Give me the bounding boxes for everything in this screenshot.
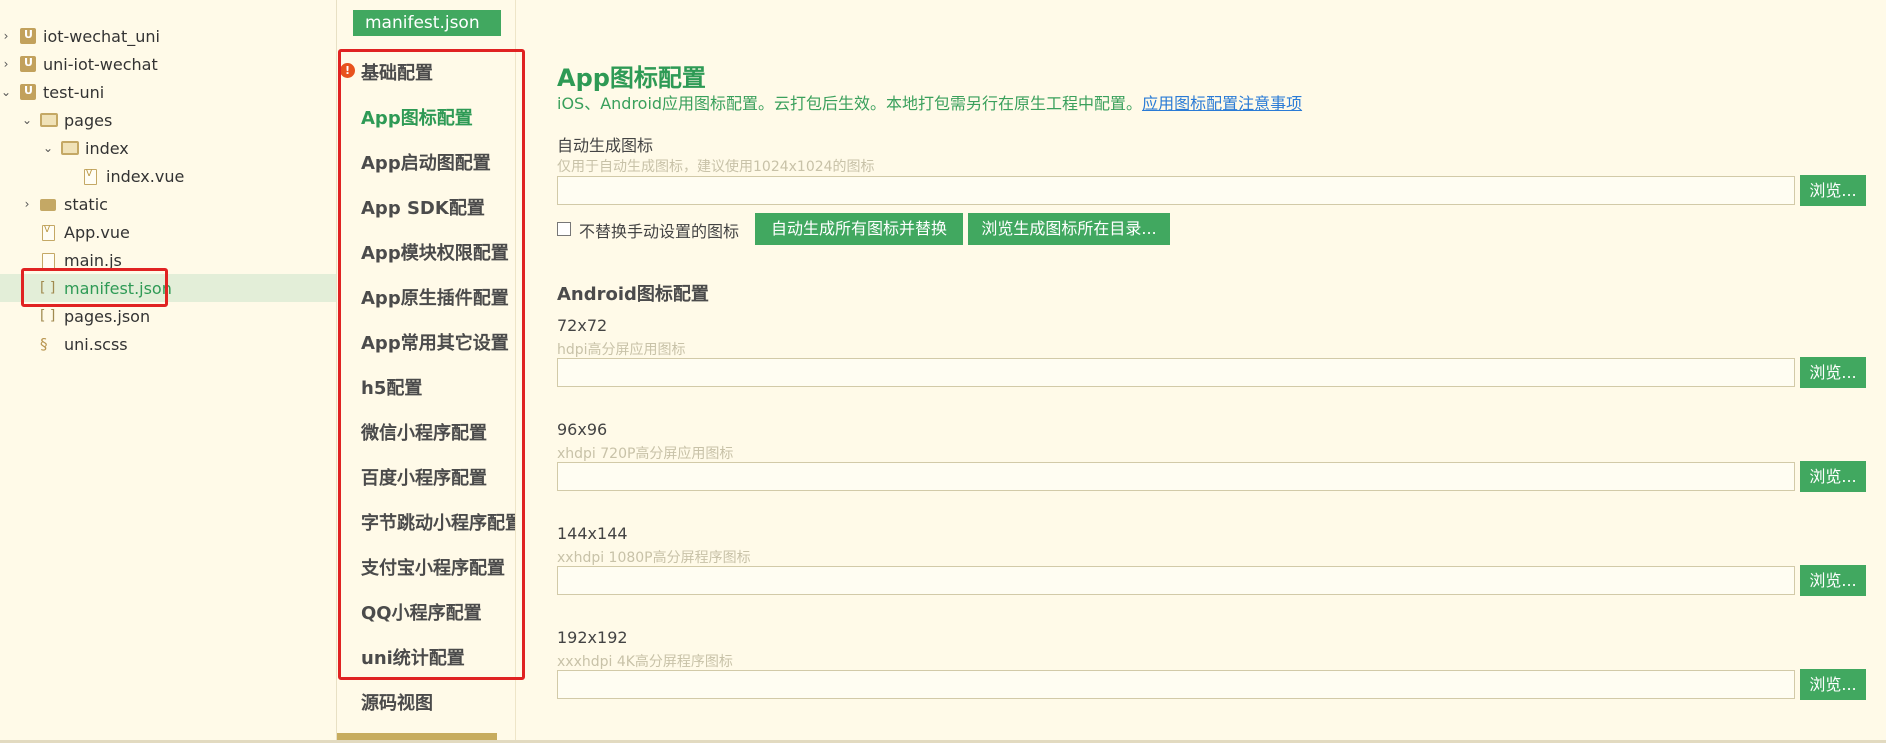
file-tab-manifest[interactable]: manifest.json — [353, 10, 501, 36]
tree-item-label: pages — [64, 110, 113, 130]
tree-item-label: App.vue — [64, 222, 130, 242]
tree-item-label: iot-wechat_uni — [43, 26, 160, 46]
auto-generate-all-button[interactable]: 自动生成所有图标并替换 — [755, 213, 963, 245]
chevron-right-icon[interactable]: › — [21, 197, 33, 211]
icon-path-input-144[interactable] — [557, 566, 1795, 595]
icon-hint-72: hdpi高分屏应用图标 — [557, 342, 686, 358]
tree-item-iot-wechat_uni[interactable]: › iot-wechat_uni — [0, 22, 336, 50]
icon-size-label-144: 144x144 — [557, 524, 628, 543]
highlight-box-manifest — [21, 268, 168, 307]
keep-manual-icons-checkbox[interactable] — [557, 222, 571, 236]
tree-item-index-folder[interactable]: ⌄ index — [0, 134, 336, 162]
json-file-icon: [ ] — [40, 308, 56, 324]
icon-browse-button-72[interactable]: 浏览... — [1800, 357, 1866, 388]
tree-item-label: index — [85, 138, 129, 158]
auto-icon-label: 自动生成图标 — [557, 136, 654, 155]
project-icon — [20, 28, 36, 44]
keep-manual-icons-label: 不替换手动设置的图标 — [579, 222, 740, 241]
highlight-box-nav — [338, 49, 525, 680]
project-tree: › iot-wechat_uni › uni-iot-wechat ⌄ test… — [0, 0, 337, 743]
tree-item-label: pages.json — [64, 306, 151, 326]
folder-open-icon — [61, 141, 79, 155]
tree-item-label: index.vue — [106, 166, 185, 186]
icon-browse-button-96[interactable]: 浏览... — [1800, 461, 1866, 492]
tree-item-label: uni.scss — [64, 334, 128, 354]
icon-path-input-96[interactable] — [557, 462, 1795, 491]
tree-item-label: test-uni — [43, 82, 105, 102]
tree-item-static[interactable]: › static — [0, 190, 336, 218]
icon-browse-button-192[interactable]: 浏览... — [1800, 669, 1866, 700]
icon-size-label-96: 96x96 — [557, 420, 608, 439]
project-icon — [20, 56, 36, 72]
tree-item-label: main.js — [64, 250, 122, 270]
page-title: App图标配置 — [557, 64, 706, 92]
icon-browse-button-144[interactable]: 浏览... — [1800, 565, 1866, 596]
folder-open-icon — [40, 113, 58, 127]
page-description: iOS、Android应用图标配置。云打包后生效。本地打包需另行在原生工程中配置… — [557, 90, 1302, 114]
vue-file-icon — [84, 169, 97, 185]
scss-file-icon: § — [40, 335, 48, 353]
icon-path-input-192[interactable] — [557, 670, 1795, 699]
auto-icon-browse-button[interactable]: 浏览... — [1800, 175, 1866, 206]
auto-icon-path-input[interactable] — [557, 176, 1795, 205]
android-section-title: Android图标配置 — [557, 284, 709, 305]
open-generated-dir-button[interactable]: 浏览生成图标所在目录... — [968, 213, 1170, 245]
description-text: iOS、Android应用图标配置。云打包后生效。本地打包需另行在原生工程中配置… — [557, 94, 1143, 113]
tree-item-test-uni[interactable]: ⌄ test-uni — [0, 78, 336, 106]
icon-hint-96: xhdpi 720P高分屏应用图标 — [557, 446, 734, 462]
vue-file-icon — [42, 225, 55, 241]
tree-item-index-vue[interactable]: index.vue — [0, 162, 336, 190]
main-panel: App图标配置 iOS、Android应用图标配置。云打包后生效。本地打包需另行… — [557, 0, 1886, 743]
icon-hint-144: xxhdpi 1080P高分屏程序图标 — [557, 550, 751, 566]
chevron-right-icon[interactable]: › — [0, 57, 12, 71]
icon-hint-192: xxxhdpi 4K高分屏程序图标 — [557, 654, 733, 670]
icon-size-label-72: 72x72 — [557, 316, 608, 335]
project-icon — [20, 84, 36, 100]
settings-nav: manifest.json ! 基础配置 App图标配置 App启动图配置 Ap… — [337, 0, 525, 743]
tree-item-uni-scss[interactable]: § uni.scss — [0, 330, 336, 358]
icon-size-label-192: 192x192 — [557, 628, 628, 647]
tree-item-uni-iot-wechat[interactable]: › uni-iot-wechat — [0, 50, 336, 78]
chevron-down-icon[interactable]: ⌄ — [21, 113, 33, 127]
folder-icon — [40, 199, 56, 211]
chevron-down-icon[interactable]: ⌄ — [0, 85, 12, 99]
tree-item-label: uni-iot-wechat — [43, 54, 158, 74]
icon-path-input-72[interactable] — [557, 358, 1795, 387]
tree-item-app-vue[interactable]: App.vue — [0, 218, 336, 246]
chevron-down-icon[interactable]: ⌄ — [42, 141, 54, 155]
js-file-icon — [42, 253, 55, 269]
tree-item-label: static — [64, 194, 108, 214]
icon-config-notes-link[interactable]: 应用图标配置注意事项 — [1142, 94, 1302, 113]
nav-item-source-view[interactable]: 源码视图 — [361, 689, 433, 715]
tree-item-pages[interactable]: ⌄ pages — [0, 106, 336, 134]
chevron-right-icon[interactable]: › — [0, 29, 12, 43]
auto-icon-hint: 仅用于自动生成图标，建议使用1024x1024的图标 — [557, 159, 875, 175]
